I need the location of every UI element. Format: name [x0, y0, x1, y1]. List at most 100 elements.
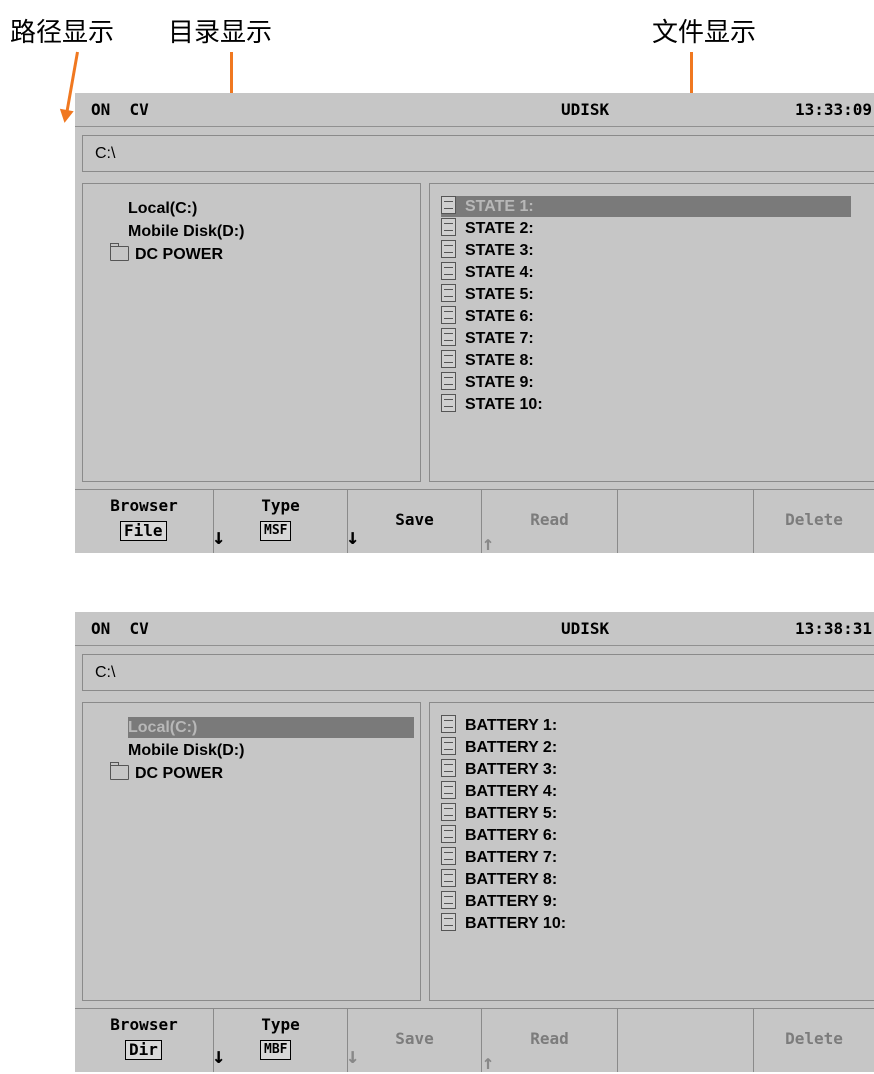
file-icon — [441, 737, 456, 755]
file-row[interactable]: BATTERY 9: — [441, 891, 851, 912]
storage-indicator: UDISK — [561, 100, 610, 119]
file-row[interactable]: BATTERY 6: — [441, 825, 851, 846]
clock: 13:33:09 — [794, 100, 872, 119]
mode-indicator: ON CV — [91, 619, 149, 638]
arrow-up-icon: ↑ — [482, 1050, 495, 1074]
softkey-save[interactable]: Save ↓ — [346, 1009, 481, 1072]
file-row[interactable]: STATE 9: — [441, 372, 851, 393]
file-row[interactable]: BATTERY 1: — [441, 715, 851, 736]
file-row[interactable]: BATTERY 2: — [441, 737, 851, 758]
file-icon — [441, 847, 456, 865]
file-label: BATTERY 8: — [465, 871, 558, 888]
file-label: BATTERY 1: — [465, 717, 558, 734]
file-row[interactable]: BATTERY 7: — [441, 847, 851, 868]
softkey-label: Type — [261, 1015, 300, 1034]
softkey-type[interactable]: Type MBF ↓ — [212, 1009, 347, 1072]
softkey-label: Delete — [785, 1029, 843, 1048]
file-row[interactable]: BATTERY 5: — [441, 803, 851, 824]
file-row[interactable]: STATE 5: — [441, 284, 851, 305]
annotation-dir-display: 目录显示 — [168, 18, 273, 48]
dir-item-local[interactable]: Local(C:) — [128, 198, 197, 219]
file-label: BATTERY 7: — [465, 849, 558, 866]
softkey-delete[interactable]: Delete — [753, 1009, 874, 1072]
file-icon — [441, 913, 456, 931]
dir-item-local[interactable]: Local(C:) — [128, 717, 414, 738]
softkey-delete[interactable]: Delete — [753, 490, 874, 553]
file-icon — [441, 350, 456, 368]
file-label: BATTERY 5: — [465, 805, 558, 822]
file-label: STATE 2: — [465, 220, 534, 237]
file-icon — [441, 328, 456, 346]
status-bar: ON CV UDISK 13:33:09 — [75, 93, 874, 127]
arrow-down-icon: ↓ — [212, 525, 226, 550]
softkey-label: Read — [530, 1029, 569, 1048]
file-label: BATTERY 6: — [465, 827, 558, 844]
folder-icon — [110, 243, 129, 261]
dir-item-mobile-disk[interactable]: Mobile Disk(D:) — [128, 221, 244, 242]
softkey-empty[interactable] — [617, 1009, 753, 1072]
file-icon — [441, 891, 456, 909]
file-label: STATE 4: — [465, 264, 534, 281]
directory-pane[interactable]: Local(C:) Mobile Disk(D:) DC POWER — [82, 183, 421, 482]
dir-item-mobile-disk[interactable]: Mobile Disk(D:) — [128, 740, 244, 761]
softkey-label: Save — [395, 510, 434, 529]
clock: 13:38:31 — [794, 619, 872, 638]
file-row[interactable]: STATE 3: — [441, 240, 851, 261]
annotation-path-display: 路径显示 — [10, 18, 115, 48]
path-display: C:\ — [82, 654, 874, 691]
file-label: STATE 8: — [465, 352, 534, 369]
file-icon — [441, 196, 456, 214]
softkey-read[interactable]: Read ↑ — [481, 1009, 617, 1072]
path-display: C:\ — [82, 135, 874, 172]
file-row[interactable]: BATTERY 4: — [441, 781, 851, 802]
softkey-browser[interactable]: Browser File — [75, 490, 213, 553]
file-label: STATE 3: — [465, 242, 534, 259]
softkey-label: Type — [261, 496, 300, 515]
file-icon — [441, 869, 456, 887]
softkey-label: Browser — [110, 1015, 178, 1034]
annotation-file-display: 文件显示 — [652, 18, 757, 48]
dir-item-dc-power[interactable]: DC POWER — [110, 243, 223, 265]
file-row[interactable]: STATE 4: — [441, 262, 851, 283]
file-label: STATE 10: — [465, 396, 543, 413]
file-label: BATTERY 2: — [465, 739, 558, 756]
file-row[interactable]: STATE 2: — [441, 218, 851, 239]
file-row[interactable]: BATTERY 10: — [441, 913, 851, 934]
file-label: BATTERY 10: — [465, 915, 567, 932]
softkey-value: File — [120, 521, 167, 541]
file-pane[interactable]: STATE 1: STATE 2: STATE 3: STATE 4: STAT… — [429, 183, 874, 482]
file-row[interactable]: STATE 6: — [441, 306, 851, 327]
softkey-browser[interactable]: Browser Dir — [75, 1009, 213, 1072]
file-icon — [441, 715, 456, 733]
file-row[interactable]: STATE 10: — [441, 394, 851, 415]
file-icon — [441, 372, 456, 390]
softkey-type[interactable]: Type MSF ↓ — [212, 490, 347, 553]
dir-item-label: DC POWER — [135, 765, 223, 782]
file-label: STATE 1: — [465, 198, 534, 215]
softkey-read[interactable]: Read ↑ — [481, 490, 617, 553]
screen-2: ON CV UDISK 13:38:31 C:\ Local(C:) Mobil… — [75, 612, 874, 1072]
file-icon — [441, 759, 456, 777]
softkey-save[interactable]: Save ↓ — [346, 490, 481, 553]
file-icon — [441, 262, 456, 280]
file-label: BATTERY 3: — [465, 761, 558, 778]
file-label: STATE 7: — [465, 330, 534, 347]
file-row[interactable]: STATE 1: — [441, 196, 851, 217]
folder-icon — [110, 762, 129, 780]
file-row[interactable]: BATTERY 3: — [441, 759, 851, 780]
softkey-label: Browser — [110, 496, 178, 515]
file-row[interactable]: STATE 8: — [441, 350, 851, 371]
softkey-value: MSF — [260, 521, 292, 541]
dir-item-dc-power[interactable]: DC POWER — [110, 762, 223, 784]
softkey-label: Save — [395, 1029, 434, 1048]
file-icon — [441, 803, 456, 821]
directory-pane[interactable]: Local(C:) Mobile Disk(D:) DC POWER — [82, 702, 421, 1001]
file-row[interactable]: STATE 7: — [441, 328, 851, 349]
softkey-empty[interactable] — [617, 490, 753, 553]
file-row[interactable]: BATTERY 8: — [441, 869, 851, 890]
file-label: STATE 9: — [465, 374, 534, 391]
file-label: STATE 6: — [465, 308, 534, 325]
file-pane[interactable]: BATTERY 1: BATTERY 2: BATTERY 3: BATTERY… — [429, 702, 874, 1001]
screen-1: ON CV UDISK 13:33:09 C:\ Local(C:) Mobil… — [75, 93, 874, 553]
file-icon — [441, 284, 456, 302]
